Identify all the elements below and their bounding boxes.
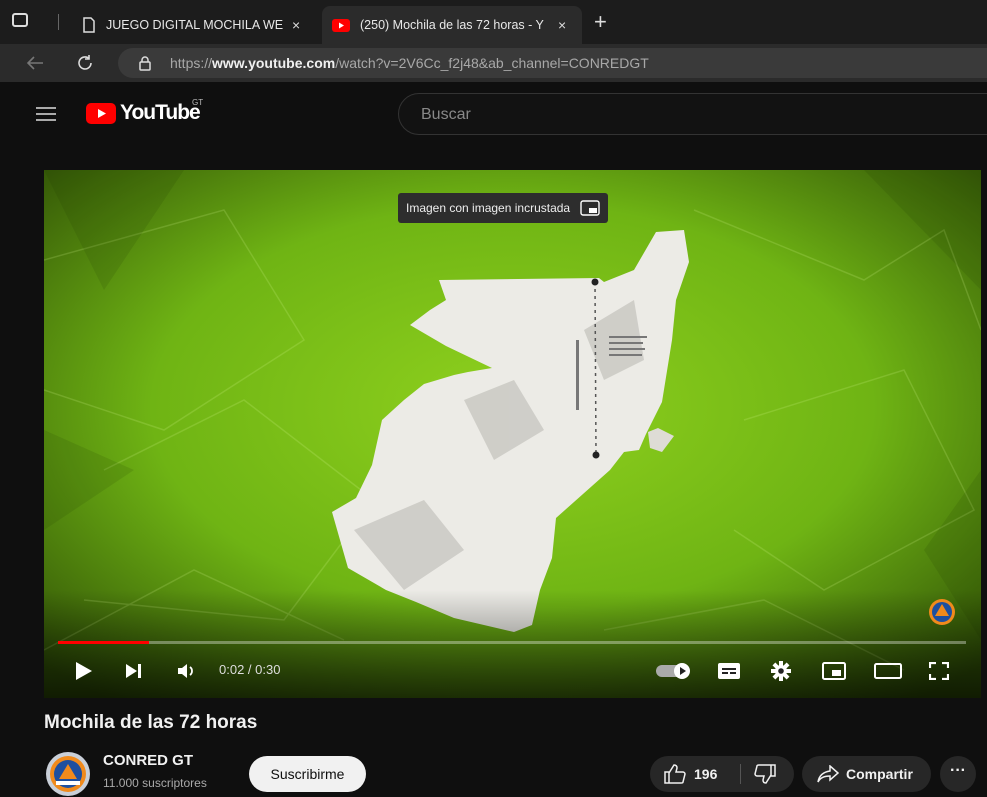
channel-name[interactable]: CONRED GT bbox=[103, 752, 193, 769]
country-code: GT bbox=[192, 98, 204, 107]
picture-in-picture-icon bbox=[580, 200, 600, 216]
share-label: Compartir bbox=[846, 766, 913, 782]
subscriber-count: 11.000 suscriptores bbox=[103, 776, 207, 790]
fullscreen-icon[interactable] bbox=[929, 662, 949, 680]
menu-icon[interactable] bbox=[36, 106, 56, 122]
channel-avatar[interactable] bbox=[46, 752, 90, 796]
url-text: https://www.youtube.com/watch?v=2V6Cc_f2… bbox=[170, 55, 649, 71]
subscribe-button[interactable]: Suscribirme bbox=[249, 756, 366, 792]
like-button[interactable]: 196 bbox=[650, 756, 740, 792]
new-tab-button[interactable]: + bbox=[594, 9, 607, 35]
close-icon[interactable]: × bbox=[292, 17, 300, 33]
time-display: 0:02 / 0:30 bbox=[219, 662, 281, 677]
thumbs-up-icon bbox=[664, 764, 686, 784]
search-input[interactable]: Buscar bbox=[398, 93, 987, 135]
youtube-header: YouTube GT Buscar bbox=[0, 82, 987, 146]
more-actions-button[interactable]: ··· bbox=[940, 756, 976, 792]
address-bar-row: https://www.youtube.com/watch?v=2V6Cc_f2… bbox=[0, 44, 987, 82]
youtube-favicon-icon bbox=[332, 18, 350, 32]
autoplay-toggle-icon[interactable] bbox=[656, 662, 692, 680]
play-icon[interactable] bbox=[75, 661, 93, 681]
search-placeholder: Buscar bbox=[421, 106, 471, 123]
tab-youtube-video[interactable]: (250) Mochila de las 72 horas - Y × bbox=[322, 6, 582, 44]
miniplayer-icon[interactable] bbox=[822, 662, 846, 680]
refresh-icon[interactable] bbox=[76, 53, 94, 73]
video-player[interactable] bbox=[44, 170, 981, 698]
url-path: /watch?v=2V6Cc_f2j48&ab_channel=CONREDGT bbox=[335, 55, 649, 71]
tab-divider bbox=[58, 14, 59, 30]
like-dislike-pill: 196 bbox=[650, 756, 794, 792]
tab-title: (250) Mochila de las 72 horas - Y bbox=[360, 18, 544, 32]
youtube-logo[interactable]: YouTube GT bbox=[86, 98, 216, 126]
video-title: Mochila de las 72 horas bbox=[44, 712, 258, 733]
video-frame bbox=[44, 170, 981, 698]
youtube-logo-text: YouTube bbox=[120, 101, 201, 124]
back-icon[interactable] bbox=[26, 55, 44, 71]
like-divider bbox=[740, 764, 741, 784]
tab-juego-digital[interactable]: JUEGO DIGITAL MOCHILA WEB ( × bbox=[72, 6, 320, 44]
pip-tooltip: Imagen con imagen incrustada bbox=[398, 193, 609, 223]
thumbs-down-icon[interactable] bbox=[754, 764, 776, 784]
theater-mode-icon[interactable] bbox=[874, 663, 902, 679]
volume-icon[interactable] bbox=[177, 662, 199, 680]
progress-bar-played bbox=[58, 641, 149, 644]
page-icon bbox=[83, 17, 95, 33]
browser-tab-strip: JUEGO DIGITAL MOCHILA WEB ( × (250) Moch… bbox=[0, 0, 987, 44]
settings-gear-icon[interactable] bbox=[771, 661, 791, 681]
like-count: 196 bbox=[694, 766, 718, 782]
share-arrow-icon bbox=[817, 765, 839, 783]
url-host: www.youtube.com bbox=[212, 55, 336, 71]
address-bar[interactable]: https://www.youtube.com/watch?v=2V6Cc_f2… bbox=[118, 48, 987, 78]
close-icon[interactable]: × bbox=[558, 17, 566, 33]
tab-actions-icon[interactable] bbox=[12, 13, 28, 27]
tab-title: JUEGO DIGITAL MOCHILA WEB ( bbox=[106, 18, 284, 32]
youtube-play-logo-icon bbox=[86, 103, 116, 124]
conred-logo-icon bbox=[50, 756, 86, 792]
lock-icon[interactable] bbox=[138, 55, 152, 71]
share-button[interactable]: Compartir bbox=[802, 756, 931, 792]
url-prefix: https:// bbox=[170, 55, 213, 71]
next-icon[interactable] bbox=[125, 663, 143, 679]
subtitles-icon[interactable] bbox=[717, 662, 741, 680]
tooltip-text: Imagen con imagen incrustada bbox=[406, 201, 571, 215]
progress-bar[interactable] bbox=[58, 641, 966, 644]
